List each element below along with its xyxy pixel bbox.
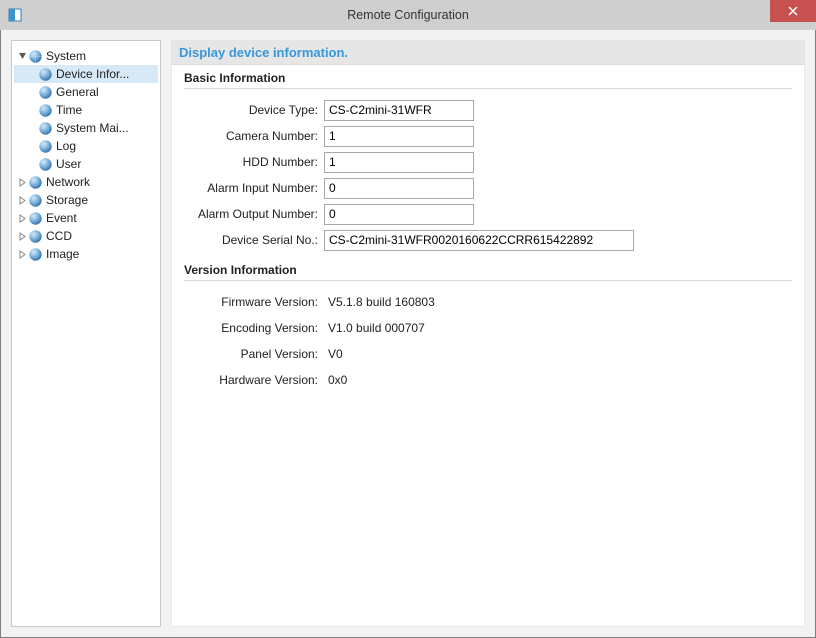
chevron-right-icon[interactable]	[16, 196, 28, 205]
chevron-right-icon[interactable]	[16, 214, 28, 223]
chevron-right-icon[interactable]	[16, 178, 28, 187]
camera-number-field[interactable]	[324, 126, 474, 147]
globe-icon	[28, 175, 43, 190]
section-title-version: Version Information	[184, 259, 792, 280]
chevron-down-icon[interactable]	[16, 52, 28, 61]
tree-label: Storage	[46, 193, 88, 207]
globe-icon	[38, 121, 53, 136]
encoding-version-value: V1.0 build 000707	[324, 321, 425, 335]
tree-node-time[interactable]: Time	[14, 101, 158, 119]
globe-icon	[28, 247, 43, 262]
alarm-input-field[interactable]	[324, 178, 474, 199]
row-firmware-version: Firmware Version: V5.1.8 build 160803	[184, 289, 792, 315]
content-body: Basic Information Device Type: Camera Nu…	[171, 65, 805, 627]
tree-node-image[interactable]: Image	[14, 245, 158, 263]
titlebar: Remote Configuration	[0, 0, 816, 30]
label: Camera Number:	[184, 129, 324, 143]
tree-node-system-maint[interactable]: System Mai...	[14, 119, 158, 137]
tree-node-network[interactable]: Network	[14, 173, 158, 191]
globe-icon	[38, 157, 53, 172]
chevron-right-icon[interactable]	[16, 232, 28, 241]
row-device-type: Device Type:	[184, 97, 792, 123]
device-serial-field[interactable]	[324, 230, 634, 251]
tree-node-system[interactable]: System	[14, 47, 158, 65]
globe-icon	[38, 139, 53, 154]
tree-node-ccd[interactable]: CCD	[14, 227, 158, 245]
tree-node-log[interactable]: Log	[14, 137, 158, 155]
window-title: Remote Configuration	[0, 8, 816, 22]
tree-label: Time	[56, 103, 82, 117]
globe-icon	[28, 229, 43, 244]
label: Alarm Output Number:	[184, 207, 324, 221]
hardware-version-value: 0x0	[324, 373, 347, 387]
row-alarm-output: Alarm Output Number:	[184, 201, 792, 227]
row-serial: Device Serial No.:	[184, 227, 792, 253]
section-rule	[184, 280, 792, 281]
nav-tree: System Device Infor... General Time Syst…	[11, 40, 161, 627]
globe-icon	[38, 103, 53, 118]
tree-node-device-info[interactable]: Device Infor...	[14, 65, 158, 83]
row-hdd-number: HDD Number:	[184, 149, 792, 175]
tree-node-storage[interactable]: Storage	[14, 191, 158, 209]
panel-version-value: V0	[324, 347, 343, 361]
client-area: System Device Infor... General Time Syst…	[1, 30, 815, 637]
page-header: Display device information.	[171, 40, 805, 65]
globe-icon	[38, 67, 53, 82]
globe-icon	[38, 85, 53, 100]
globe-icon	[28, 49, 43, 64]
label: Hardware Version:	[184, 373, 324, 387]
label: Alarm Input Number:	[184, 181, 324, 195]
label: HDD Number:	[184, 155, 324, 169]
tree-node-user[interactable]: User	[14, 155, 158, 173]
app-icon	[8, 8, 22, 22]
label: Firmware Version:	[184, 295, 324, 309]
globe-icon	[28, 193, 43, 208]
label: Encoding Version:	[184, 321, 324, 335]
label: Device Type:	[184, 103, 324, 117]
tree-label: Log	[56, 139, 76, 153]
tree-label: User	[56, 157, 81, 171]
tree-label: General	[56, 85, 99, 99]
tree-node-event[interactable]: Event	[14, 209, 158, 227]
row-hardware-version: Hardware Version: 0x0	[184, 367, 792, 393]
tree-node-general[interactable]: General	[14, 83, 158, 101]
row-camera-number: Camera Number:	[184, 123, 792, 149]
tree-label: System Mai...	[56, 121, 129, 135]
close-button[interactable]	[770, 0, 816, 22]
tree-label: Network	[46, 175, 90, 189]
section-rule	[184, 88, 792, 89]
tree-label: System	[46, 49, 86, 63]
content-panel: Display device information. Basic Inform…	[171, 40, 805, 627]
alarm-output-field[interactable]	[324, 204, 474, 225]
globe-icon	[28, 211, 43, 226]
row-alarm-input: Alarm Input Number:	[184, 175, 792, 201]
hdd-number-field[interactable]	[324, 152, 474, 173]
tree-label: Event	[46, 211, 77, 225]
row-panel-version: Panel Version: V0	[184, 341, 792, 367]
section-title-basic: Basic Information	[184, 67, 792, 88]
tree-label: CCD	[46, 229, 72, 243]
chevron-right-icon[interactable]	[16, 250, 28, 259]
label: Panel Version:	[184, 347, 324, 361]
remote-configuration-window: Remote Configuration System	[0, 0, 816, 638]
tree-label: Device Infor...	[56, 67, 129, 81]
device-type-field[interactable]	[324, 100, 474, 121]
row-encoding-version: Encoding Version: V1.0 build 000707	[184, 315, 792, 341]
tree-label: Image	[46, 247, 79, 261]
label: Device Serial No.:	[184, 233, 324, 247]
firmware-version-value: V5.1.8 build 160803	[324, 295, 435, 309]
